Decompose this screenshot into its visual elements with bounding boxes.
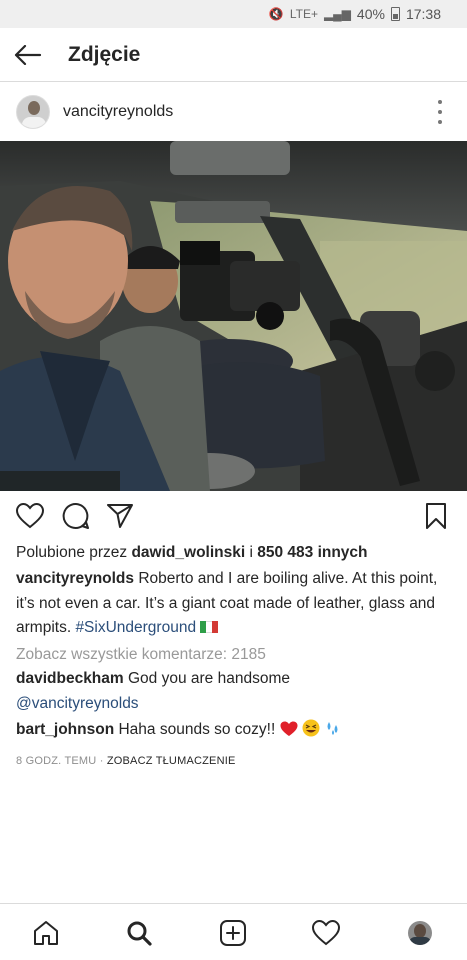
red-heart-emoji-icon xyxy=(280,721,298,736)
status-bar: 🔇 LTE+ ▂▄▆ 40% 17:38 xyxy=(0,0,467,28)
italy-flag-icon xyxy=(200,621,219,633)
avatar[interactable] xyxy=(16,95,50,129)
comment-author[interactable]: davidbeckham xyxy=(16,670,124,687)
comment-icon xyxy=(62,502,89,529)
home-icon xyxy=(34,921,58,945)
post-photo[interactable] xyxy=(0,141,467,491)
post-header: vancityreynolds xyxy=(0,83,467,141)
more-options-button[interactable] xyxy=(433,100,447,124)
profile-avatar xyxy=(408,921,432,945)
post-actions xyxy=(0,496,467,538)
likes-line: Polubione przez dawid_wolinski i 850 483… xyxy=(16,541,456,567)
more-vertical-icon xyxy=(438,100,442,104)
clock: 17:38 xyxy=(405,6,441,22)
caption-hashtag[interactable]: #SixUnderground xyxy=(75,619,196,636)
signal-icon: ▂▄▆ xyxy=(323,7,351,21)
post-meta: 8 GODZ. TEMU · ZOBACZ TŁUMACZENIE xyxy=(16,749,456,774)
nav-new-post[interactable] xyxy=(217,917,249,949)
comment: bart_johnson Haha sounds so cozy!! xyxy=(16,718,456,743)
app-header: Zdjęcie xyxy=(0,28,467,82)
mute-icon: 🔇 xyxy=(268,7,284,21)
back-button[interactable] xyxy=(0,28,56,82)
sweat-droplets-emoji-icon xyxy=(327,722,338,735)
first-liker[interactable]: dawid_wolinski xyxy=(131,544,245,561)
comment-text: Haha sounds so cozy!! xyxy=(114,721,280,738)
photo-illustration xyxy=(0,141,467,491)
arrow-left-icon xyxy=(14,44,42,65)
meta-separator: · xyxy=(96,754,107,767)
send-icon xyxy=(107,504,133,528)
caption-author[interactable]: vancityreynolds xyxy=(16,570,134,587)
bookmark-icon xyxy=(426,503,446,529)
page-title: Zdjęcie xyxy=(68,42,141,66)
nav-search[interactable] xyxy=(123,917,155,949)
nav-home[interactable] xyxy=(30,917,62,949)
laughing-face-emoji-icon xyxy=(302,719,320,737)
comment: davidbeckham God you are handsome @vanci… xyxy=(16,667,456,716)
caption: vancityreynolds Roberto and I are boilin… xyxy=(16,567,456,641)
share-button[interactable] xyxy=(104,500,136,532)
comment-author[interactable]: bart_johnson xyxy=(16,721,114,738)
likes-count[interactable]: 850 483 innych xyxy=(257,544,367,561)
comment-text: God you are handsome xyxy=(123,670,290,687)
likes-prefix: Polubione przez xyxy=(16,544,132,561)
save-button[interactable] xyxy=(420,500,452,532)
search-icon xyxy=(127,921,152,946)
comment-mention[interactable]: @vancityreynolds xyxy=(16,695,139,712)
post-username[interactable]: vancityreynolds xyxy=(63,103,173,121)
nav-profile[interactable] xyxy=(404,917,436,949)
heart-icon xyxy=(312,920,340,946)
post-text: Polubione przez dawid_wolinski i 850 483… xyxy=(16,541,456,773)
likes-connector: i xyxy=(245,544,258,561)
like-button[interactable] xyxy=(14,500,46,532)
comment-button[interactable] xyxy=(60,500,92,532)
network-type: LTE+ xyxy=(289,7,318,21)
plus-square-icon xyxy=(220,920,246,946)
nav-activity[interactable] xyxy=(310,917,342,949)
battery-percent: 40% xyxy=(356,6,385,22)
heart-icon xyxy=(16,503,44,529)
see-translation-link[interactable]: ZOBACZ TŁUMACZENIE xyxy=(107,755,236,767)
view-all-comments-link[interactable]: Zobacz wszystkie komentarze: 2185 xyxy=(16,643,456,668)
battery-icon xyxy=(390,7,400,21)
post-time-ago: 8 GODZ. TEMU xyxy=(16,754,97,767)
bottom-nav xyxy=(0,903,467,960)
